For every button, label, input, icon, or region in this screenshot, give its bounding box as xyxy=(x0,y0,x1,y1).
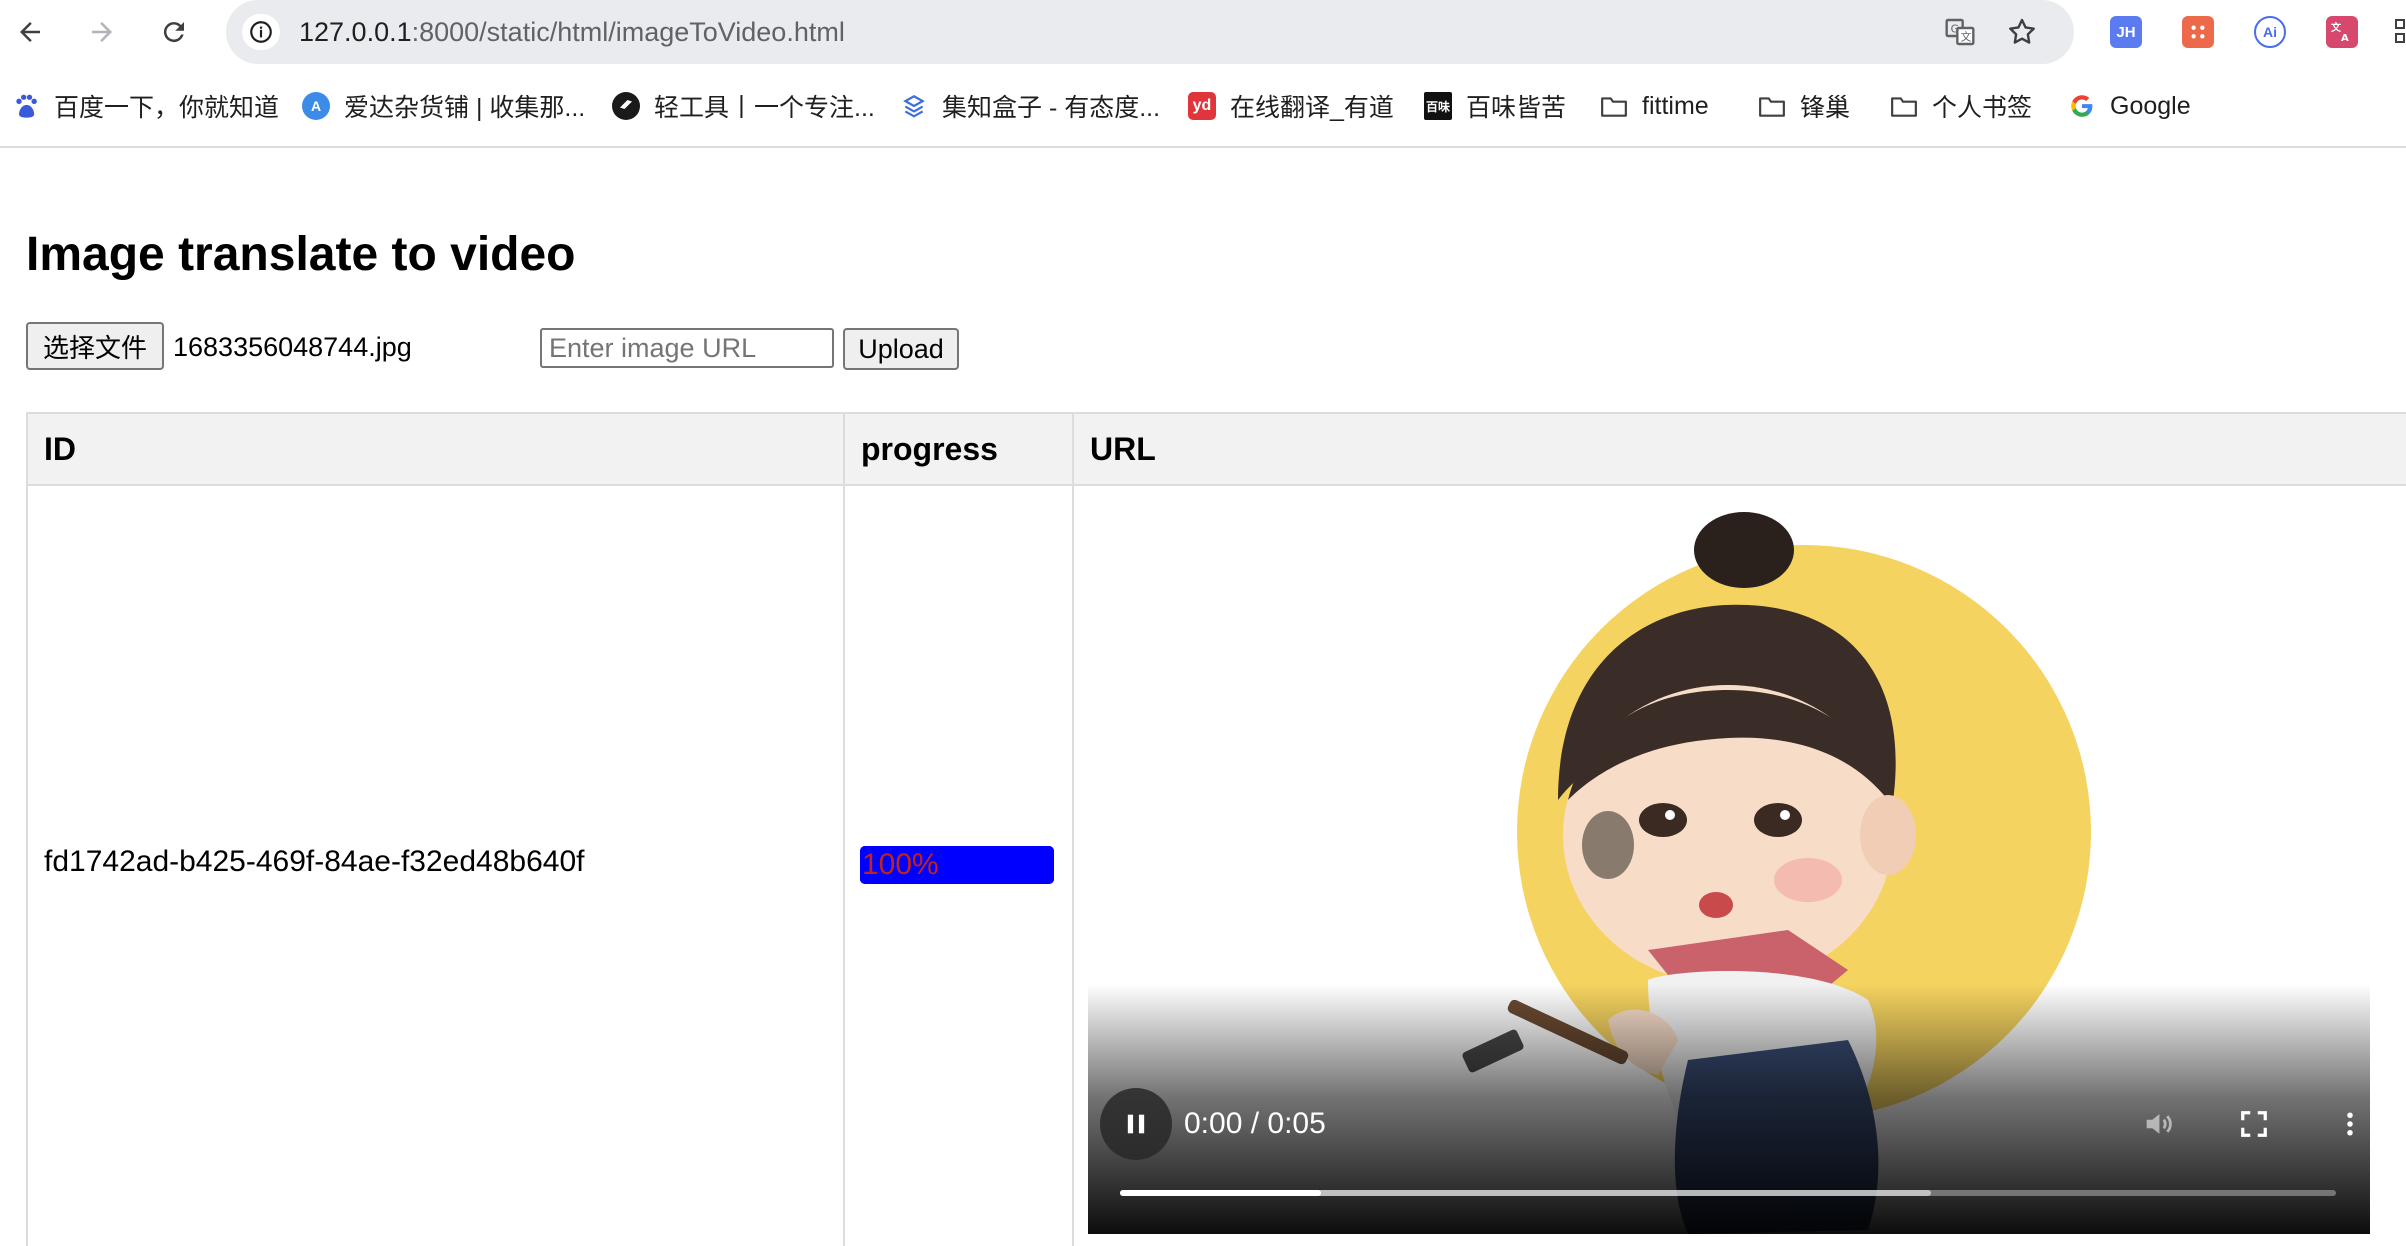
bookmark-label: 百度一下，你就知道 xyxy=(54,94,280,122)
bookmark-label: 爱达杂货铺 | 收集那... xyxy=(344,94,586,122)
translate-icon[interactable]: G文 xyxy=(1942,14,1978,50)
bookmark-label: 锋巢 xyxy=(1800,94,1851,122)
progress-bar: 100% xyxy=(860,846,1054,884)
letter-a-icon: A xyxy=(302,92,330,120)
bookmark-folder-fengchao[interactable]: 锋巢 xyxy=(1758,90,1850,122)
progress-label: 100% xyxy=(862,848,939,881)
folder-icon xyxy=(1890,92,1918,120)
folder-icon xyxy=(1600,92,1628,120)
bookmarks-bar: 百度一下，你就知道 A 爱达杂货铺 | 收集那... 轻工具丨一个专注... 集… xyxy=(0,78,2406,134)
address-url[interactable]: 127.0.0.1:8000/static/html/imageToVideo.… xyxy=(299,15,845,49)
box-icon xyxy=(900,92,928,120)
column-divider xyxy=(843,414,845,1246)
svg-text:A: A xyxy=(2341,33,2349,44)
extensions-overflow-icon[interactable] xyxy=(2394,16,2406,48)
light-tool-icon xyxy=(612,92,640,120)
bookmark-aida[interactable]: A 爱达杂货铺 | 收集那... xyxy=(302,90,585,122)
info-icon[interactable] xyxy=(242,14,280,50)
bookmark-label: fittime xyxy=(1642,91,1709,120)
reload-button[interactable] xyxy=(152,10,196,54)
column-header-url: URL xyxy=(1074,414,2406,486)
more-options-button[interactable] xyxy=(2330,1104,2370,1144)
reload-icon xyxy=(163,22,184,43)
column-header-id: ID xyxy=(28,414,843,486)
bookmark-baiwei[interactable]: 百味 百味皆苦 xyxy=(1424,90,1566,122)
mute-button[interactable] xyxy=(2138,1104,2178,1144)
bookmark-label: 集知盒子 - 有态度... xyxy=(942,94,1161,122)
seek-played xyxy=(1120,1190,1321,1196)
video-player[interactable]: 0:00 / 0:05 xyxy=(1088,500,2370,1234)
table-cell-id: fd1742ad-b425-469f-84ae-f32ed48b640f xyxy=(44,845,585,878)
pause-icon xyxy=(1127,1114,1145,1134)
bookmark-google[interactable]: Google xyxy=(2068,90,2191,122)
google-icon xyxy=(2068,92,2096,120)
back-button[interactable] xyxy=(8,10,52,54)
bookmark-label: Google xyxy=(2110,91,2191,120)
bookmark-label: 轻工具丨一个专注... xyxy=(654,94,875,122)
image-url-input[interactable] xyxy=(540,328,834,368)
forward-button[interactable] xyxy=(80,10,124,54)
column-header-progress: progress xyxy=(845,414,1072,486)
bookmark-folder-personal[interactable]: 个人书签 xyxy=(1890,90,2032,122)
pause-button[interactable] xyxy=(1100,1088,1172,1160)
results-table: ID progress URL fd1742ad-b425-469f-84ae-… xyxy=(26,412,2406,1246)
bookmark-folder-fittime[interactable]: fittime xyxy=(1600,90,1709,122)
baiwei-icon: 百味 xyxy=(1424,92,1452,120)
address-path: :8000/static/html/imageToVideo.html xyxy=(411,17,845,47)
extension-translate-icon[interactable]: 文A xyxy=(2326,16,2358,48)
address-bar[interactable]: 127.0.0.1:8000/static/html/imageToVideo.… xyxy=(226,0,2074,64)
bookmark-label: 百味皆苦 xyxy=(1466,94,1567,122)
chrome-divider xyxy=(0,146,2406,148)
page-title: Image translate to video xyxy=(26,228,576,281)
star-icon[interactable] xyxy=(2004,14,2040,50)
more-vert-icon xyxy=(2347,1112,2353,1136)
address-host: 127.0.0.1 xyxy=(299,17,412,47)
youdao-icon: yd xyxy=(1188,92,1216,120)
browser-toolbar: 127.0.0.1:8000/static/html/imageToVideo.… xyxy=(0,0,2406,64)
bookmark-light-tool[interactable]: 轻工具丨一个专注... xyxy=(612,90,875,122)
bookmark-label: 在线翻译_有道 xyxy=(1230,94,1394,122)
bookmark-baidu[interactable]: 百度一下，你就知道 xyxy=(12,90,279,122)
baidu-paw-icon xyxy=(12,92,40,120)
fullscreen-icon xyxy=(2241,1111,2267,1137)
folder-icon xyxy=(1758,92,1786,120)
mute-icon xyxy=(2146,1114,2172,1134)
video-time: 0:00 / 0:05 xyxy=(1184,1107,1326,1140)
extension-jh-icon[interactable]: JH xyxy=(2110,16,2142,48)
choose-file-button[interactable]: 选择文件 xyxy=(26,322,164,370)
video-seek-bar[interactable] xyxy=(1120,1190,2336,1196)
svg-text:文: 文 xyxy=(1961,31,1972,44)
arrow-left-icon xyxy=(20,22,40,42)
extension-dice-icon[interactable] xyxy=(2182,16,2214,48)
selected-file-name: 1683356048744.jpg xyxy=(173,332,412,362)
bookmark-youdao[interactable]: yd 在线翻译_有道 xyxy=(1188,90,1394,122)
fullscreen-button[interactable] xyxy=(2234,1104,2274,1144)
column-divider xyxy=(1072,414,1074,1246)
extension-ai-icon[interactable]: Ai xyxy=(2254,16,2286,48)
upload-button[interactable]: Upload xyxy=(843,328,959,370)
arrow-right-icon xyxy=(92,22,112,42)
bookmark-label: 个人书签 xyxy=(1932,94,2033,122)
bookmark-box[interactable]: 集知盒子 - 有态度... xyxy=(900,90,1160,122)
